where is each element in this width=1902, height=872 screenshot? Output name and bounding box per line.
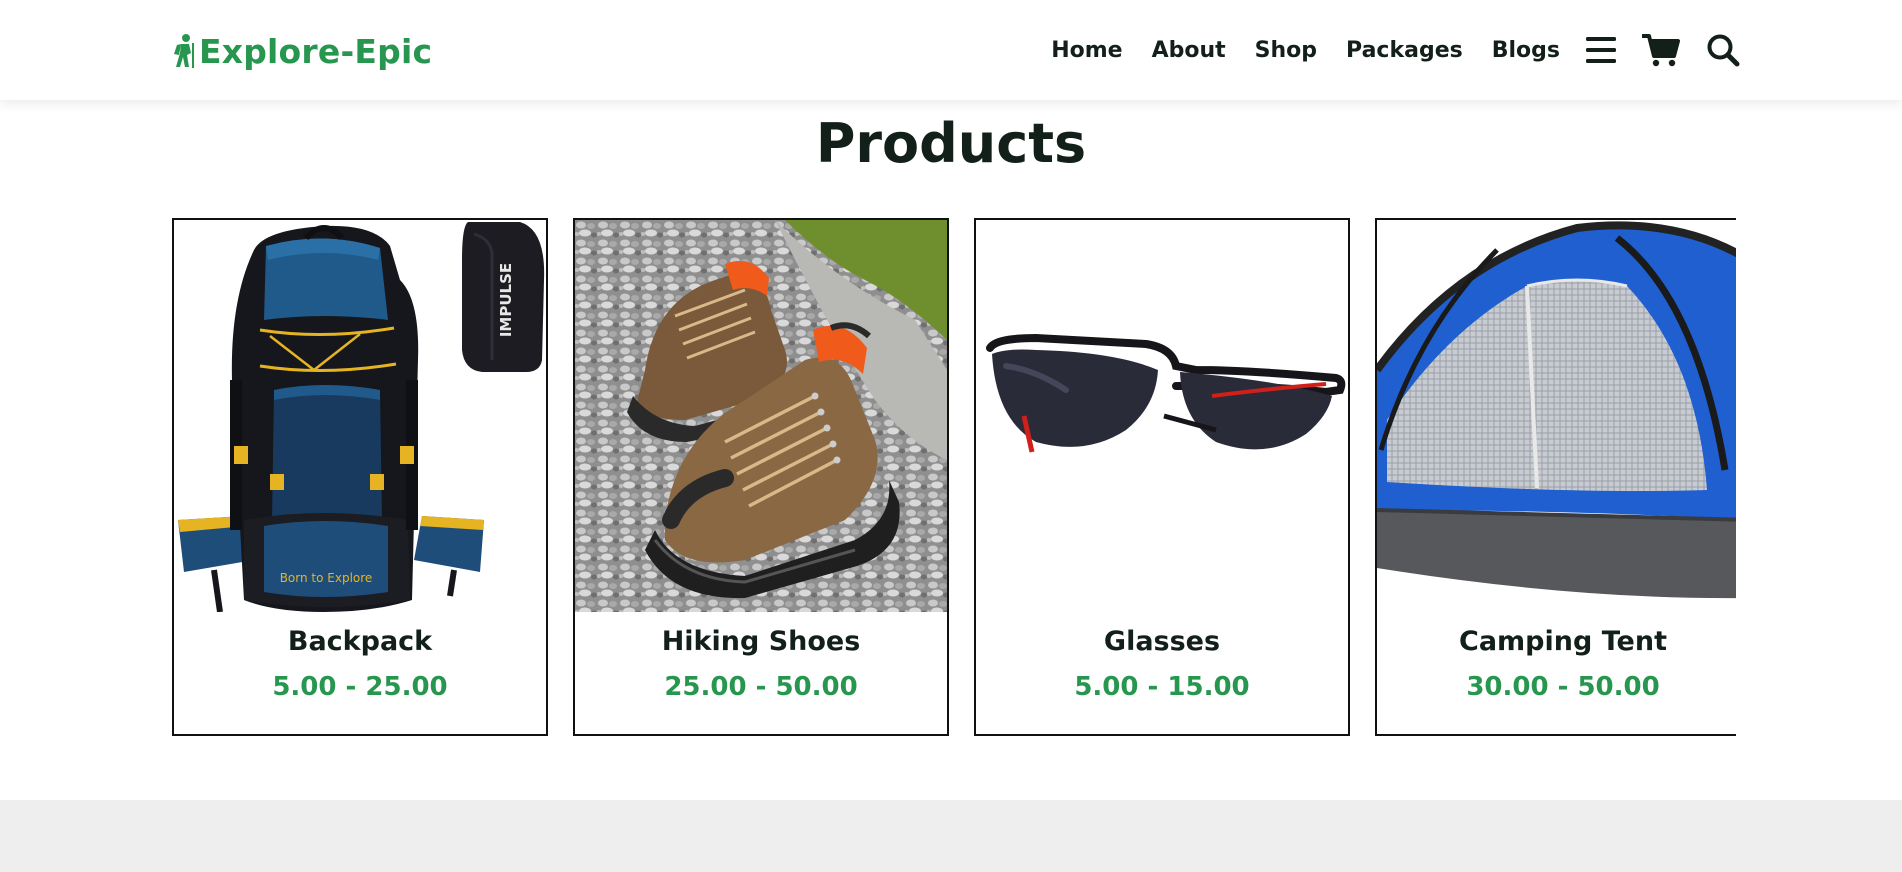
product-card-hiking-shoes[interactable]: Hiking Shoes 25.00 - 50.00 [573, 218, 949, 736]
hiker-icon [174, 34, 194, 68]
cart-icon[interactable] [1642, 33, 1680, 67]
product-card-glasses[interactable]: Glasses 5.00 - 15.00 [974, 218, 1350, 736]
product-card-camping-tent[interactable]: Camping Tent 30.00 - 50.00 [1375, 218, 1736, 736]
product-carousel: IMPULSE Born to Explore Backpack 5.00 - … [172, 218, 1736, 736]
product-image-tent [1377, 220, 1736, 612]
daypack-illustration: IMPULSE [462, 222, 545, 372]
product-card-backpack[interactable]: IMPULSE Born to Explore Backpack 5.00 - … [172, 218, 548, 736]
products-heading: Products [815, 112, 1087, 175]
nav-blogs[interactable]: Blogs [1492, 38, 1560, 63]
product-name: Camping Tent [1459, 626, 1667, 657]
product-price: 5.00 - 25.00 [272, 672, 448, 702]
nav-about[interactable]: About [1152, 38, 1226, 63]
svg-text:IMPULSE: IMPULSE [497, 263, 515, 337]
product-image-backpack: IMPULSE Born to Explore [174, 220, 546, 612]
product-price: 25.00 - 50.00 [664, 672, 858, 702]
product-image-hiking-shoes [575, 220, 947, 612]
nav-packages[interactable]: Packages [1346, 38, 1463, 63]
nav-shop[interactable]: Shop [1255, 38, 1317, 63]
menu-icon[interactable] [1586, 36, 1616, 64]
brand-logo[interactable]: Explore-Epic [171, 28, 432, 74]
product-name: Hiking Shoes [661, 626, 861, 657]
product-price: 30.00 - 50.00 [1466, 672, 1660, 702]
site-header: Explore-Epic Home About Shop Packages Bl… [0, 0, 1902, 100]
search-icon[interactable] [1706, 33, 1740, 67]
nav-home[interactable]: Home [1051, 38, 1122, 63]
main-nav: Home About Shop Packages Blogs [1051, 28, 1740, 72]
footer-section [0, 800, 1902, 872]
product-image-glasses [976, 220, 1348, 612]
product-name: Glasses [1103, 626, 1221, 657]
product-name: Backpack [287, 626, 433, 657]
product-price: 5.00 - 15.00 [1074, 672, 1250, 702]
brand-name: Explore-Epic [199, 31, 433, 71]
svg-text:Born to Explore: Born to Explore [280, 571, 373, 585]
